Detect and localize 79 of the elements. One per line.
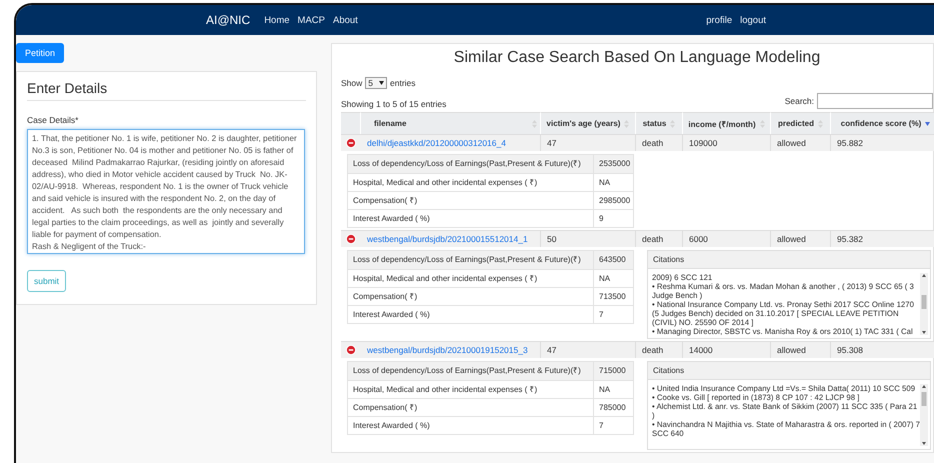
detail-label: Compensation( ₹) <box>348 398 593 416</box>
results-title: Similar Case Search Based On Language Modeling <box>452 49 822 67</box>
detail-label: Hospital, Medical and other incidental expenses ( ₹) <box>348 380 593 398</box>
detail-label: Interest Awarded ( %) <box>348 305 593 323</box>
filename-link[interactable]: westbengal/burdsjdb/202100015512014_1 <box>361 230 541 247</box>
detail-label: Hospital, Medical and other incidental expenses ( ₹) <box>348 173 593 191</box>
detail-label: Compensation( ₹) <box>348 287 593 305</box>
detail-label: Loss of dependency/Loss of Earnings(Past,Present & Future)(₹) <box>348 155 593 173</box>
detail-value: 7 <box>593 305 633 323</box>
detail-value: NA <box>593 269 633 287</box>
detail-value: 9 <box>593 209 633 227</box>
table-cell: 50 <box>541 230 636 247</box>
form-heading: Enter Details <box>27 78 306 101</box>
sort-icon <box>624 120 630 128</box>
detail-value: NA <box>593 173 633 191</box>
detail-value: 785000 <box>593 398 633 416</box>
table-cell: allowed <box>771 230 831 247</box>
table-cell: death <box>636 341 683 358</box>
detail-value: 7 <box>593 416 633 434</box>
collapse-icon[interactable] <box>346 234 356 244</box>
entries-info: Showing 1 to 5 of 15 entries <box>341 99 446 109</box>
table-cell: 109000 <box>683 134 771 151</box>
entries-label: entries <box>390 78 416 88</box>
sort-icon <box>532 120 537 128</box>
show-label: Show <box>341 78 362 88</box>
detail-value: NA <box>593 380 633 398</box>
nav-link[interactable]: MACP <box>298 14 325 26</box>
case-details-field[interactable]: 1. That, the petitioner No. 1 is wife, petitioner No. 2 is daughter, petitioner No.3 is son, Petitioner No. 04 is mother and petitioner No. 05 is father of deceased Milind Padmakarrao Rajurkar, (residing jointly on aforesaid address), who died in Motor vehicle accident caused by Truck No. JK-02/AU-9918. Whereas, respondent No. 1 is the owner of Truck vehicle and said vehicle is insured with the respondent No. 2, on the day of accident. As such both the respondents are the only necessary and legal parties to the claim proceedings, as well as jointly and severally liable for payment of compensation. Rash & Negligent of the Truck:- <box>27 129 305 254</box>
sort-icon <box>670 120 676 128</box>
table-cell: 47 <box>541 134 636 151</box>
table-cell: death <box>636 230 683 247</box>
sort-icon <box>760 120 765 128</box>
nav-link[interactable]: About <box>332 14 358 26</box>
table-cell: 95.308 <box>831 341 934 358</box>
detail-label: Loss of dependency/Loss of Earnings(Past,Present & Future)(₹) <box>348 251 593 269</box>
column-header[interactable]: victim's age (years) <box>541 112 636 134</box>
table-cell: death <box>636 134 683 151</box>
detail-label: Loss of dependency/Loss of Earnings(Past,Present & Future)(₹) <box>348 362 593 380</box>
column-header[interactable]: income (₹/month) <box>683 112 771 134</box>
detail-label: Interest Awarded ( %) <box>348 416 593 434</box>
detail-label: Hospital, Medical and other incidental expenses ( ₹) <box>348 269 593 287</box>
detail-value: 715000 <box>593 362 633 380</box>
table-cell: allowed <box>771 134 831 151</box>
search-label: Search: <box>784 96 814 106</box>
petition-button[interactable]: Petition <box>16 43 64 63</box>
table-cell: 47 <box>541 341 636 358</box>
column-header[interactable]: confidence score (%) <box>831 112 934 134</box>
detail-value: 643500 <box>593 251 633 269</box>
nav-link[interactable]: logout <box>740 14 766 26</box>
table-cell: 14000 <box>683 341 771 358</box>
nav-link[interactable]: Home <box>264 14 290 26</box>
filename-link[interactable]: westbengal/burdsjdb/202100019152015_3 <box>361 341 541 358</box>
detail-value: 2985000 <box>593 191 633 209</box>
sort-descending-icon <box>925 122 930 126</box>
table-cell: 6000 <box>683 230 771 247</box>
table-cell: allowed <box>771 341 831 358</box>
filename-link[interactable]: delhi/djeastkkd/201200000312016_4 <box>361 134 541 151</box>
collapse-icon[interactable] <box>346 345 356 355</box>
brand-logo[interactable]: AI@NIC <box>206 13 250 27</box>
table-cell: 95.882 <box>831 134 934 151</box>
nav-link[interactable]: profile <box>706 14 732 26</box>
scrollbar[interactable] <box>920 384 928 446</box>
field-label: Case Details* <box>27 115 78 125</box>
detail-label: Interest Awarded ( %) <box>348 209 593 227</box>
column-header[interactable]: status <box>636 112 683 134</box>
detail-value: 713500 <box>593 287 633 305</box>
detail-label: Compensation( ₹) <box>348 191 593 209</box>
citations-heading: Citations <box>648 362 930 380</box>
column-header[interactable]: filename <box>361 112 541 134</box>
sort-icon <box>818 120 823 128</box>
search-field[interactable] <box>817 93 933 109</box>
scrollbar[interactable] <box>920 273 928 335</box>
collapse-icon[interactable] <box>346 138 356 148</box>
citations-heading: Citations <box>648 251 930 269</box>
caret-icon <box>379 81 384 85</box>
page-size-select[interactable]: 5 <box>365 77 387 89</box>
table-cell: 95.382 <box>831 230 934 247</box>
column-header[interactable]: predicted <box>771 112 831 134</box>
detail-value: 2535000 <box>593 155 633 173</box>
